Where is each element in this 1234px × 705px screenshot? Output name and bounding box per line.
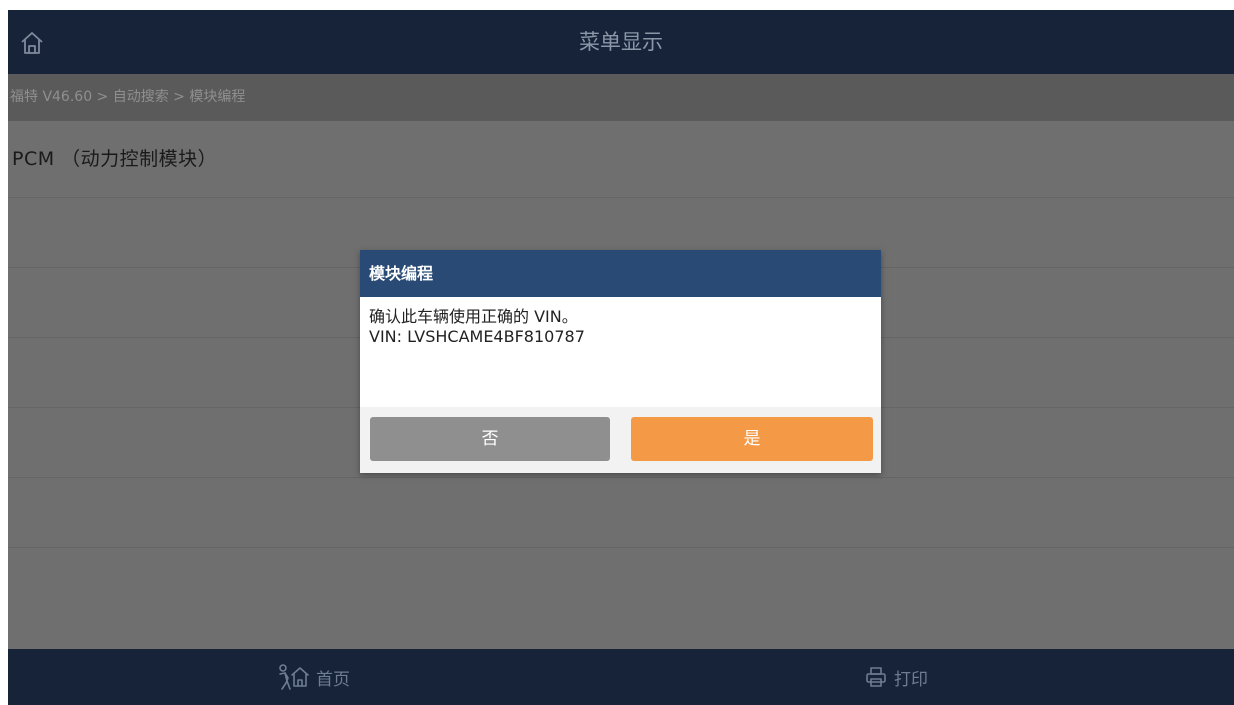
footer-home-button[interactable]: 首页 [276,649,350,705]
printer-icon [864,665,888,689]
footer-print-button[interactable]: 打印 [864,649,928,705]
footer-print-label: 打印 [894,669,928,690]
bottom-bar: 首页 打印 [8,649,1234,705]
app-screen: 菜单显示 福特 V46.60 > 自动搜索 > 模块编程 PCM （动力控制模块… [8,10,1234,705]
row-divider [8,547,1234,548]
page-title: 菜单显示 [579,30,663,54]
dialog-buttons: 否 是 [360,407,881,473]
top-bar: 菜单显示 [8,10,1234,74]
dialog-message: 确认此车辆使用正确的 VIN。 VIN: LVSHCAME4BF810787 [360,297,881,407]
dialog-title: 模块编程 [360,250,881,297]
module-programming-dialog: 模块编程 确认此车辆使用正确的 VIN。 VIN: LVSHCAME4BF810… [360,250,881,473]
row-divider [8,197,1234,198]
footer-home-label: 首页 [316,669,350,690]
no-button[interactable]: 否 [370,417,610,461]
person-home-icon [276,663,310,691]
yes-button[interactable]: 是 [631,417,873,461]
breadcrumb: 福特 V46.60 > 自动搜索 > 模块编程 [8,74,1234,121]
dialog-message-vin: VIN: LVSHCAME4BF810787 [369,327,585,346]
row-divider [8,477,1234,478]
list-item-pcm[interactable]: PCM （动力控制模块） [8,121,1234,197]
dialog-message-line1: 确认此车辆使用正确的 VIN。 [369,307,578,326]
